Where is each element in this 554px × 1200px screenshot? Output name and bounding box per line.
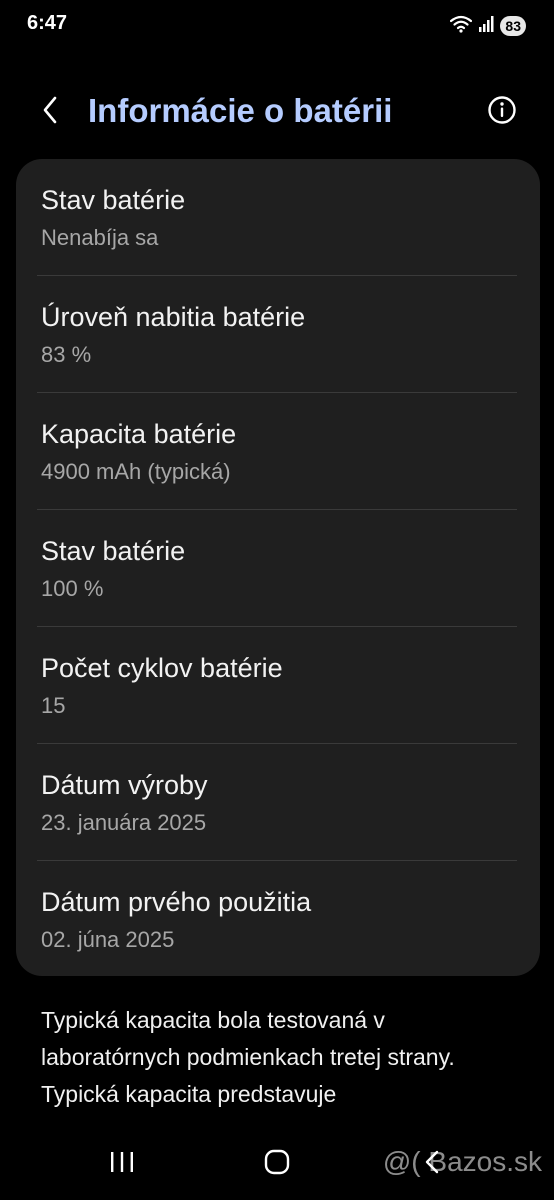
row-value: 4900 mAh (typická): [41, 459, 231, 484]
battery-icon: 83: [500, 16, 526, 36]
row-label: Dátum prvého použitia: [41, 887, 312, 917]
info-button[interactable]: [486, 95, 518, 130]
row-label: Stav batérie: [41, 185, 186, 215]
row-label: Stav batérie: [41, 536, 186, 566]
navigation-bar: @( Bazos.sk: [0, 1130, 554, 1200]
chevron-left-icon: [40, 94, 60, 131]
row-value: 02. júna 2025: [41, 927, 175, 952]
info-row-manufacture-date: Dátum výroby 23. januára 2025: [16, 744, 540, 861]
recents-icon: [109, 1150, 135, 1179]
info-row-charging-status: Stav batérie Nenabíja sa: [16, 159, 540, 276]
row-label: Úroveň nabitia batérie: [41, 302, 306, 332]
info-row-cycle-count: Počet cyklov batérie 15: [16, 627, 540, 744]
row-label: Počet cyklov batérie: [41, 653, 283, 683]
row-value: 15: [41, 693, 66, 718]
page-title: Informácie o batérii: [88, 92, 393, 129]
info-circle-icon: [487, 95, 517, 130]
home-icon: [264, 1149, 290, 1180]
signal-icon: [478, 15, 494, 38]
status-time: 6:47: [27, 12, 68, 34]
capacity-footnote: Typická kapacita bola testovaná v labora…: [41, 1007, 455, 1107]
row-label: Kapacita batérie: [41, 419, 237, 449]
info-row-charge-level: Úroveň nabitia batérie 83 %: [16, 276, 540, 393]
recents-button[interactable]: [100, 1144, 144, 1184]
back-button[interactable]: [32, 94, 68, 130]
row-value: Nenabíja sa: [41, 225, 159, 250]
info-row-health: Stav batérie 100 %: [16, 510, 540, 627]
app-header: Informácie o batérii: [0, 80, 554, 146]
status-bar: 6:47 83: [0, 0, 554, 52]
watermark: @( Bazos.sk: [382, 1146, 542, 1177]
row-value: 83 %: [41, 342, 92, 367]
status-icons: 83: [450, 14, 526, 38]
row-label: Dátum výroby: [41, 770, 208, 800]
battery-info-card: Stav batérie Nenabíja sa Úroveň nabitia …: [16, 159, 540, 976]
info-row-capacity: Kapacita batérie 4900 mAh (typická): [16, 393, 540, 510]
info-row-first-use-date: Dátum prvého použitia 02. júna 2025: [16, 861, 540, 976]
wifi-icon: [450, 15, 473, 38]
row-value: 23. januára 2025: [41, 810, 207, 835]
row-value: 100 %: [41, 576, 104, 601]
home-button[interactable]: [255, 1144, 299, 1184]
